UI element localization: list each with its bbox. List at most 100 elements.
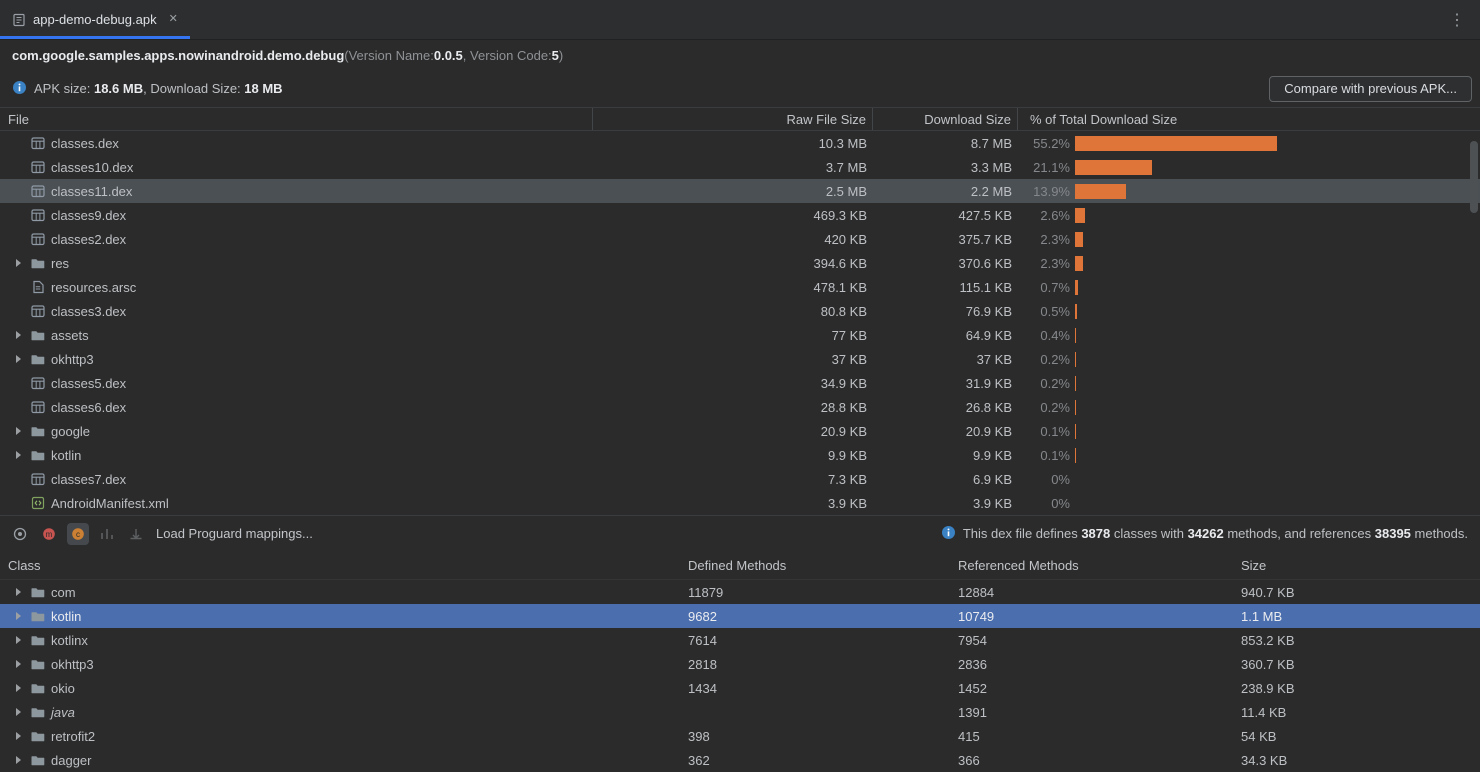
download-size-value: 18 MB: [244, 81, 282, 96]
file-table-row[interactable]: assets 77 KB 64.9 KB 0.4%: [0, 323, 1480, 347]
file-table-row[interactable]: classes6.dex 28.8 KB 26.8 KB 0.2%: [0, 395, 1480, 419]
file-table-row[interactable]: google 20.9 KB 20.9 KB 0.1%: [0, 419, 1480, 443]
column-header-percent[interactable]: % of Total Download Size: [1018, 108, 1480, 130]
raw-file-size: 9.9 KB: [593, 448, 873, 463]
column-header-defined-methods[interactable]: Defined Methods: [680, 558, 950, 573]
download-size: 37 KB: [873, 352, 1018, 367]
defined-methods: 7614: [680, 633, 950, 648]
expand-chevron-icon[interactable]: [16, 451, 25, 459]
raw-file-size: 20.9 KB: [593, 424, 873, 439]
referenced-methods: 10749: [950, 609, 1233, 624]
more-options-icon[interactable]: ⋮: [1434, 10, 1480, 30]
show-all-classes-toggle-icon[interactable]: c: [67, 523, 89, 545]
expand-chevron-icon[interactable]: [16, 612, 25, 620]
show-methods-toggle-icon[interactable]: m: [38, 523, 60, 545]
expand-chevron-icon[interactable]: [16, 732, 25, 740]
referenced-methods: 2836: [950, 657, 1233, 672]
download-size: 3.9 KB: [873, 496, 1018, 511]
referenced-methods: 12884: [950, 585, 1233, 600]
download-percent: 0%: [1018, 472, 1070, 487]
raw-file-size: 420 KB: [593, 232, 873, 247]
file-table-row[interactable]: AndroidManifest.xml 3.9 KB 3.9 KB 0%: [0, 491, 1480, 515]
package-folder-icon: [31, 609, 45, 623]
file-table-row[interactable]: kotlin 9.9 KB 9.9 KB 0.1%: [0, 443, 1480, 467]
percent-bar: [1075, 448, 1076, 463]
column-header-referenced-methods[interactable]: Referenced Methods: [950, 558, 1233, 573]
expand-chevron-icon[interactable]: [16, 756, 25, 764]
collapse-all-icon[interactable]: [125, 523, 147, 545]
class-table-row[interactable]: java 1391 11.4 KB: [0, 700, 1480, 724]
download-percent: 0.1%: [1018, 424, 1070, 439]
version-close: ): [559, 48, 563, 63]
show-fields-toggle-icon[interactable]: [9, 523, 31, 545]
file-table-row[interactable]: classes3.dex 80.8 KB 76.9 KB 0.5%: [0, 299, 1480, 323]
class-table-row[interactable]: retrofit2 398 415 54 KB: [0, 724, 1480, 748]
package-name: okhttp3: [51, 657, 94, 672]
dex-file-icon: [31, 208, 45, 222]
load-proguard-mappings-label[interactable]: Load Proguard mappings...: [156, 526, 313, 541]
expand-chevron-icon[interactable]: [16, 259, 25, 267]
raw-file-size: 3.9 KB: [593, 496, 873, 511]
file-name: resources.arsc: [51, 280, 136, 295]
dex-file-icon: [31, 232, 45, 246]
expand-chevron-icon[interactable]: [16, 331, 25, 339]
file-table-row[interactable]: classes2.dex 420 KB 375.7 KB 2.3%: [0, 227, 1480, 251]
file-table-row[interactable]: classes11.dex 2.5 MB 2.2 MB 13.9%: [0, 179, 1480, 203]
download-percent: 55.2%: [1018, 136, 1070, 151]
class-table-row[interactable]: kotlinx 7614 7954 853.2 KB: [0, 628, 1480, 652]
package-name: retrofit2: [51, 729, 95, 744]
package-folder-icon: [31, 705, 45, 719]
column-header-class[interactable]: Class: [0, 558, 680, 573]
package-name: kotlin: [51, 609, 81, 624]
class-table-body: com 11879 12884 940.7 KB kotlin 9682 107…: [0, 580, 1480, 772]
file-table-row[interactable]: classes9.dex 469.3 KB 427.5 KB 2.6%: [0, 203, 1480, 227]
file-table-row[interactable]: okhttp3 37 KB 37 KB 0.2%: [0, 347, 1480, 371]
file-table-row[interactable]: classes7.dex 7.3 KB 6.9 KB 0%: [0, 467, 1480, 491]
file-table-row[interactable]: resources.arsc 478.1 KB 115.1 KB 0.7%: [0, 275, 1480, 299]
class-table-row[interactable]: com 11879 12884 940.7 KB: [0, 580, 1480, 604]
expand-chevron-icon[interactable]: [16, 636, 25, 644]
raw-file-size: 478.1 KB: [593, 280, 873, 295]
file-name: classes5.dex: [51, 376, 126, 391]
class-table-row[interactable]: okhttp3 2818 2836 360.7 KB: [0, 652, 1480, 676]
package-folder-icon: [31, 585, 45, 599]
file-table-row[interactable]: res 394.6 KB 370.6 KB 2.3%: [0, 251, 1480, 275]
expand-chevron-icon[interactable]: [16, 355, 25, 363]
expand-all-icon[interactable]: [96, 523, 118, 545]
column-header-size[interactable]: Size: [1233, 558, 1480, 573]
class-table-row[interactable]: dagger 362 366 34.3 KB: [0, 748, 1480, 772]
package-name: okio: [51, 681, 75, 696]
expand-chevron-icon[interactable]: [16, 684, 25, 692]
dex-file-icon: [31, 376, 45, 390]
dex-file-icon: [31, 160, 45, 174]
download-size: 375.7 KB: [873, 232, 1018, 247]
file-table-row[interactable]: classes.dex 10.3 MB 8.7 MB 55.2%: [0, 131, 1480, 155]
file-table-row[interactable]: classes5.dex 34.9 KB 31.9 KB 0.2%: [0, 371, 1480, 395]
class-table-row[interactable]: okio 1434 1452 238.9 KB: [0, 676, 1480, 700]
referenced-methods: 1452: [950, 681, 1233, 696]
tab-close-icon[interactable]: ✕: [169, 14, 178, 25]
arsc-file-icon: [31, 280, 45, 294]
compare-apk-button[interactable]: Compare with previous APK...: [1269, 76, 1472, 102]
defined-methods: 9682: [680, 609, 950, 624]
column-header-file[interactable]: File: [0, 108, 593, 130]
download-percent: 0.2%: [1018, 352, 1070, 367]
package-folder-icon: [31, 753, 45, 767]
expand-chevron-icon[interactable]: [16, 588, 25, 596]
tab-apk-analyzer[interactable]: app-demo-debug.apk ✕: [0, 0, 190, 39]
download-size: 8.7 MB: [873, 136, 1018, 151]
download-size: 6.9 KB: [873, 472, 1018, 487]
expand-chevron-icon[interactable]: [16, 427, 25, 435]
vertical-scrollbar[interactable]: [1470, 133, 1478, 513]
expand-chevron-icon[interactable]: [16, 708, 25, 716]
scrollbar-thumb[interactable]: [1470, 141, 1478, 213]
percent-bar: [1075, 328, 1076, 343]
file-table-row[interactable]: classes10.dex 3.7 MB 3.3 MB 21.1%: [0, 155, 1480, 179]
svg-text:m: m: [46, 530, 53, 539]
package-name: kotlinx: [51, 633, 88, 648]
column-header-download-size[interactable]: Download Size: [873, 108, 1018, 130]
column-header-raw-size[interactable]: Raw File Size: [593, 108, 873, 130]
expand-chevron-icon[interactable]: [16, 660, 25, 668]
dex-file-icon: [31, 400, 45, 414]
class-table-row[interactable]: kotlin 9682 10749 1.1 MB: [0, 604, 1480, 628]
